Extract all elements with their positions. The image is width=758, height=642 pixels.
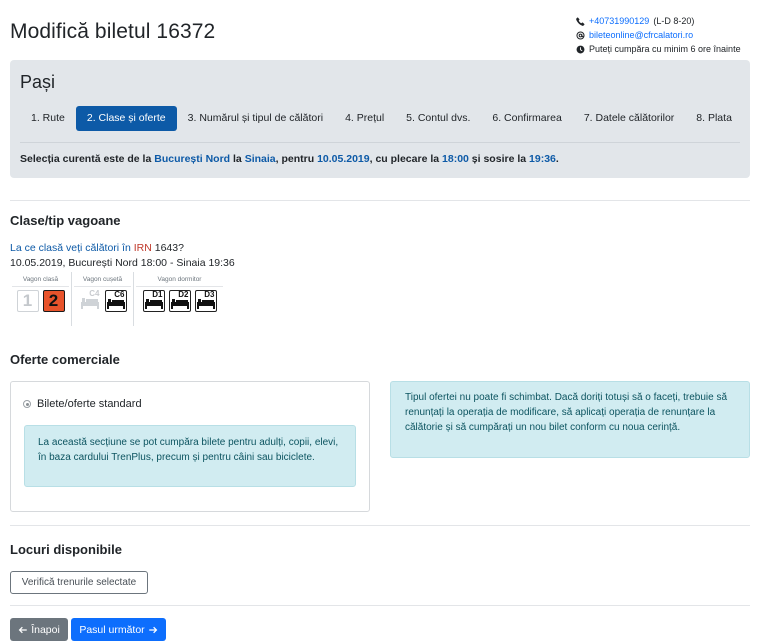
offer-option-standard[interactable]: Bilete/oferte standard [23, 398, 142, 410]
wagon-group-label: Vagon dormitor [157, 276, 202, 283]
step-confirmation[interactable]: 6. Confirmarea [481, 106, 572, 131]
trip-info: 10.05.2019, București Nord 18:00 - Sinai… [10, 257, 235, 269]
wagon-code: C4 [89, 289, 100, 298]
wagon-selector: Vagon clasă 1 2 Vagon cușetă C4 C6 Vagon… [10, 272, 225, 326]
check-trains-button[interactable]: Verifică trenurile selectate [10, 571, 148, 594]
selection-date: 10.05.2019 [317, 153, 370, 165]
divider [10, 200, 750, 201]
notice-row: Puteți cumpăra cu minim 6 ore înainte [576, 42, 741, 56]
offer-option-label: Bilete/oferte standard [37, 398, 142, 410]
radio-button[interactable] [23, 400, 31, 408]
wagon-group-sleeper: Vagon dormitor D1 D2 D3 [134, 272, 225, 326]
step-classes-offers[interactable]: 2. Clase și oferte [75, 106, 177, 131]
step-account[interactable]: 5. Contul dvs. [395, 106, 481, 131]
page-title: Modifică biletul 16372 [10, 20, 216, 43]
divider [10, 525, 750, 526]
wagon-code: D1 [152, 290, 163, 299]
class-2-option[interactable]: 2 [42, 290, 65, 312]
offer-change-notice: Tipul ofertei nu poate fi schimbat. Dacă… [390, 381, 750, 458]
back-button-label: Înapoi [31, 623, 60, 636]
wagon-group-label: Vagon cușetă [82, 276, 123, 283]
selection-to-word: la [233, 153, 242, 165]
at-icon [576, 30, 585, 40]
steps-nav: 1. Rute 2. Clase și oferte 3. Numărul și… [20, 106, 743, 131]
selection-from: București Nord [154, 153, 231, 165]
offers-title: Oferte comerciale [10, 352, 120, 367]
steps-divider [20, 142, 740, 143]
selection-for-word: , pentru [275, 153, 315, 165]
selection-prefix: Selecția curentă este de la [20, 153, 152, 165]
sleeper-d1-option[interactable]: D1 [142, 290, 165, 312]
selection-depart: 18:00 [442, 153, 469, 165]
arrow-right-icon [148, 626, 157, 633]
next-button-label: Pasul următor [79, 623, 145, 636]
wagon-code: C6 [114, 290, 125, 299]
couchette-c6-option[interactable]: C6 [104, 290, 127, 312]
current-selection: Selecția curentă este de la București No… [20, 153, 559, 165]
offer-description: La această secțiune se pot cumpăra bilet… [24, 425, 356, 487]
wagon-code: D3 [204, 290, 215, 299]
class-question: La ce clasă veți călători în IRN 1643? [10, 242, 184, 254]
class-question-text: La ce clasă veți călători în [10, 242, 131, 254]
back-button[interactable]: Înapoi [10, 618, 68, 641]
step-passenger-data[interactable]: 7. Datele călătorilor [573, 106, 685, 131]
selection-to: Sinaia [244, 153, 276, 165]
phone-icon [576, 17, 585, 26]
divider [10, 605, 750, 606]
sleeper-d2-option[interactable]: D2 [168, 290, 191, 312]
wagon-group-class: Vagon clasă 1 2 [10, 272, 72, 326]
phone-row: +40731990129 (L-D 8-20) [576, 14, 741, 28]
wagon-group-couchette: Vagon cușetă C4 C6 [72, 272, 134, 326]
contact-info: +40731990129 (L-D 8-20) bileteonline@cfr… [576, 14, 741, 56]
selection-end: . [555, 153, 559, 165]
offer-box: Bilete/oferte standard La această secțiu… [10, 381, 370, 512]
classes-title: Clase/tip vagoane [10, 213, 121, 228]
selection-arrive: 19:36 [529, 153, 556, 165]
step-payment[interactable]: 8. Plata [685, 106, 743, 131]
clock-icon [576, 45, 585, 53]
selection-depart-word: , cu plecare la [369, 153, 440, 165]
next-step-button[interactable]: Pasul următor [71, 618, 166, 641]
email-link[interactable]: bileteonline@cfrcalatori.ro [589, 28, 693, 42]
purchase-notice: Puteți cumpăra cu minim 6 ore înainte [589, 44, 741, 54]
train-number: 1643? [154, 242, 184, 254]
phone-hours: (L-D 8-20) [653, 16, 695, 26]
wagon-group-label: Vagon clasă [22, 276, 59, 283]
email-row: bileteonline@cfrcalatori.ro [576, 28, 741, 42]
sleeper-d3-option[interactable]: D3 [194, 290, 217, 312]
wagon-code: D2 [178, 290, 189, 299]
phone-link[interactable]: +40731990129 [589, 14, 649, 28]
step-passengers[interactable]: 3. Numărul și tipul de călători [177, 106, 334, 131]
class-1-option[interactable]: 1 [16, 290, 39, 312]
step-price[interactable]: 4. Prețul [334, 106, 395, 131]
train-type: IRN [133, 242, 152, 254]
step-routes[interactable]: 1. Rute [20, 106, 76, 131]
steps-title: Pași [20, 72, 56, 92]
couchette-c4-option[interactable]: C4 [79, 289, 101, 312]
seats-title: Locuri disponibile [10, 542, 122, 557]
steps-panel: Pași 1. Rute 2. Clase și oferte 3. Număr… [10, 60, 750, 178]
arrow-left-icon [18, 626, 27, 633]
selection-arrive-word: și sosire la [471, 153, 527, 165]
